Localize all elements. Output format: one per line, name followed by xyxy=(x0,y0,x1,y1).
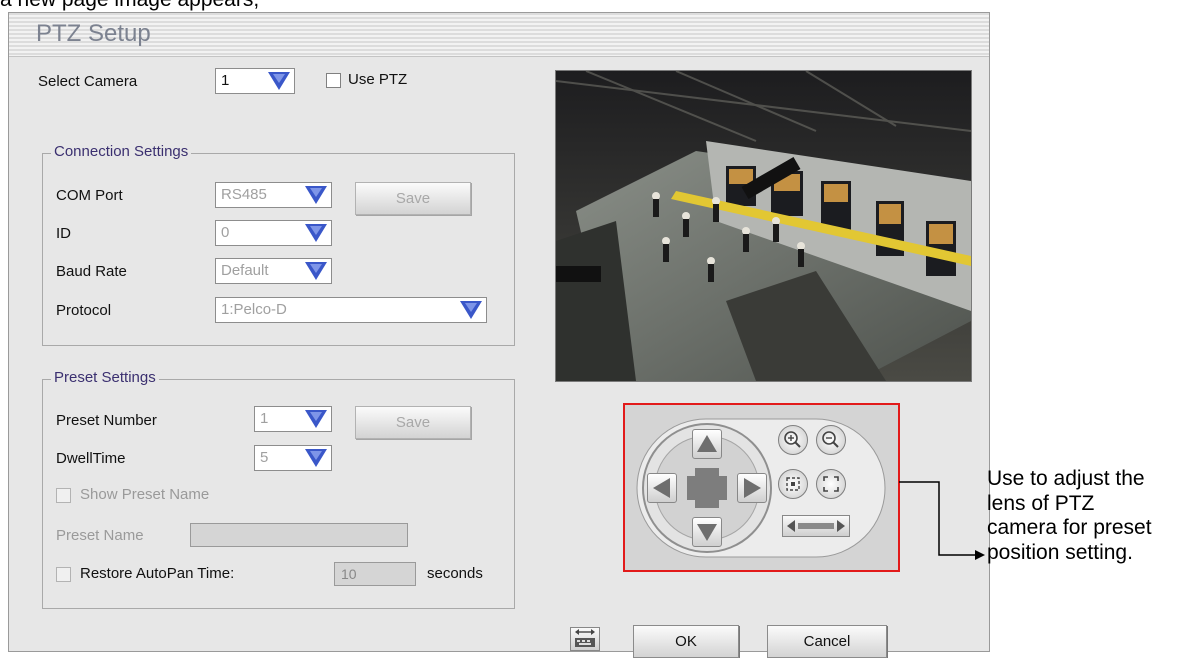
dwell-time-label: DwellTime xyxy=(56,450,126,467)
preset-number-label: Preset Number xyxy=(56,412,157,429)
chevron-down-icon xyxy=(305,186,327,204)
speed-slider[interactable] xyxy=(782,515,850,537)
pan-right-button[interactable] xyxy=(737,473,767,503)
arrow-left-icon xyxy=(653,478,670,498)
cancel-button[interactable]: Cancel xyxy=(767,625,887,658)
pan-down-button[interactable] xyxy=(692,517,722,547)
com-port-label: COM Port xyxy=(56,187,123,204)
preset-number-dropdown[interactable]: 1 xyxy=(254,406,332,432)
camera-preview xyxy=(555,70,972,382)
window-title: PTZ Setup xyxy=(36,20,151,47)
preset-settings-legend: Preset Settings xyxy=(51,369,159,386)
focus-near-button[interactable] xyxy=(778,469,808,499)
zoom-out-icon xyxy=(822,431,839,448)
keyboard-icon xyxy=(575,629,595,647)
protocol-label: Protocol xyxy=(56,302,112,319)
com-port-dropdown[interactable]: RS485 xyxy=(215,182,332,208)
use-ptz-label: Use PTZ xyxy=(348,71,408,88)
id-value: 0 xyxy=(221,224,230,241)
pan-up-button[interactable] xyxy=(692,429,722,459)
seconds-label: seconds xyxy=(427,565,483,582)
id-dropdown[interactable]: 0 xyxy=(215,220,332,246)
zoom-out-button[interactable] xyxy=(816,425,846,455)
annotation-line: lens of PTZ xyxy=(987,491,1095,515)
arrow-right-icon xyxy=(744,478,761,498)
chevron-down-icon xyxy=(305,224,327,242)
ok-button[interactable]: OK xyxy=(633,625,739,658)
focus-far-button[interactable] xyxy=(816,469,846,499)
ptz-control-panel xyxy=(623,403,900,572)
restore-autopan-label: Restore AutoPan Time: xyxy=(80,565,235,582)
camera-preview-image xyxy=(556,71,971,381)
connection-settings-legend: Connection Settings xyxy=(51,143,192,160)
preset-name-label: Preset Name xyxy=(56,527,144,544)
chevron-down-icon xyxy=(305,262,327,280)
arrow-down-icon xyxy=(697,524,717,541)
baud-rate-value: Default xyxy=(221,262,269,279)
protocol-value: 1:Pelco-D xyxy=(221,301,287,318)
preset-number-value: 1 xyxy=(260,410,269,427)
focus-near-icon xyxy=(786,477,800,491)
zoom-in-icon xyxy=(784,431,801,448)
annotation-text: Use to adjust the lens of PTZ camera for… xyxy=(987,467,1152,565)
select-camera-value: 1 xyxy=(221,72,230,89)
connection-save-button[interactable]: Save xyxy=(355,182,471,215)
baud-rate-label: Baud Rate xyxy=(56,263,127,280)
restore-autopan-checkbox[interactable] xyxy=(56,567,71,582)
preset-name-input[interactable] xyxy=(190,523,408,547)
use-ptz-checkbox[interactable] xyxy=(326,73,341,88)
protocol-dropdown[interactable]: 1:Pelco-D xyxy=(215,297,487,323)
zoom-in-button[interactable] xyxy=(778,425,808,455)
show-preset-name-label: Show Preset Name xyxy=(80,486,210,503)
title-bar: PTZ Setup xyxy=(9,13,989,57)
annotation-line: position setting. xyxy=(987,540,1133,564)
show-preset-name-checkbox[interactable] xyxy=(56,488,71,503)
annotation-line: Use to adjust the xyxy=(987,467,1145,490)
select-camera-dropdown[interactable]: 1 xyxy=(215,68,295,94)
dwell-time-dropdown[interactable]: 5 xyxy=(254,445,332,471)
chevron-down-icon xyxy=(305,410,327,428)
arrow-up-icon xyxy=(697,435,717,452)
chevron-down-icon xyxy=(305,449,327,467)
annotation-line: camera for preset xyxy=(987,516,1152,539)
baud-rate-dropdown[interactable]: Default xyxy=(215,258,332,284)
focus-far-icon xyxy=(823,476,839,492)
slider-arrows-icon xyxy=(787,520,845,532)
top-caption: a new page image appears, xyxy=(0,0,259,12)
annotation-connector xyxy=(899,481,985,560)
chevron-down-icon xyxy=(460,301,482,319)
select-camera-label: Select Camera xyxy=(38,73,138,90)
preset-save-button[interactable]: Save xyxy=(355,406,471,439)
chevron-down-icon xyxy=(268,72,290,90)
id-label: ID xyxy=(56,225,71,242)
keyboard-button[interactable] xyxy=(570,627,600,651)
com-port-value: RS485 xyxy=(221,186,267,203)
restore-autopan-input[interactable]: 10 xyxy=(334,562,416,586)
pan-left-button[interactable] xyxy=(647,473,677,503)
dwell-time-value: 5 xyxy=(260,449,269,466)
